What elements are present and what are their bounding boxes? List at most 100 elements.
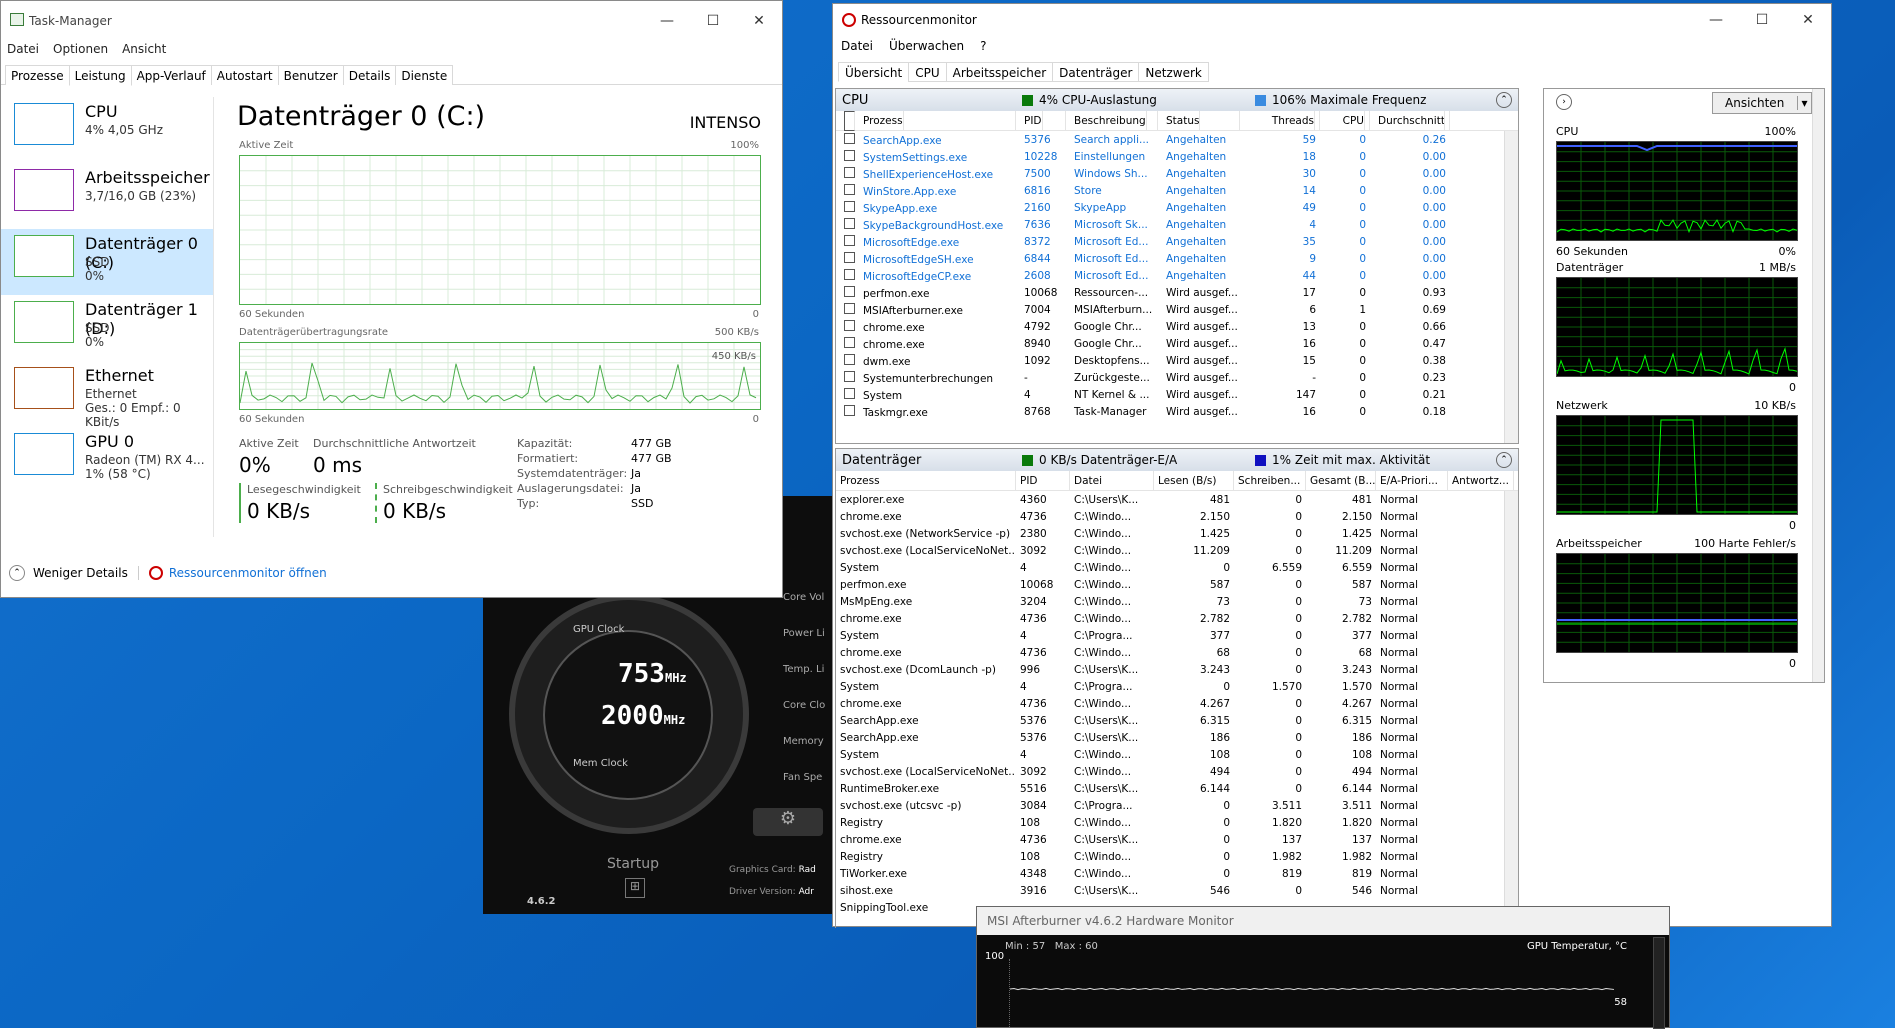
sidebar-item-gpu-0[interactable]: GPU 0 Radeon (TM) RX 4... 1% (58 °C) — [1, 427, 213, 493]
menu-[interactable]: ? — [980, 39, 986, 53]
table-row[interactable]: Taskmgr.exe 8768 Task-Manager Wird ausgef..… — [836, 403, 1518, 420]
row-checkbox[interactable] — [844, 370, 855, 382]
row-checkbox[interactable] — [844, 200, 855, 212]
column-pid[interactable]: PID — [1016, 470, 1070, 491]
table-row[interactable]: MsMpEng.exe3204C:\Windo...73073Normal0 — [836, 593, 1518, 610]
table-row[interactable]: MSIAfterburner.exe 7004 MSIAfterburn... Wir… — [836, 301, 1518, 318]
tab-übersicht[interactable]: Übersicht — [838, 62, 910, 82]
table-row[interactable]: MicrosoftEdgeSH.exe 6844 Microsoft Ed... An… — [836, 250, 1518, 267]
row-checkbox[interactable] — [844, 336, 855, 348]
table-row[interactable]: Registry108C:\Windo...01.8201.820Normal0 — [836, 814, 1518, 831]
row-checkbox[interactable] — [844, 268, 855, 280]
tab-prozesse[interactable]: Prozesse — [5, 65, 70, 85]
column-status[interactable]: Status — [1158, 110, 1240, 131]
select-all-checkbox[interactable] — [844, 110, 855, 131]
table-row[interactable]: SkypeBackgroundHost.exe 7636 Microsoft Sk.… — [836, 216, 1518, 233]
row-checkbox[interactable] — [844, 132, 855, 144]
table-row[interactable]: SearchApp.exe 5376 Search appli... Angehalt… — [836, 131, 1518, 148]
column-prozess[interactable]: Prozess — [836, 110, 1016, 131]
column-gesamt-b[interactable]: Gesamt (B... — [1306, 470, 1376, 491]
table-row[interactable]: MicrosoftEdge.exe 8372 Microsoft Ed... Ange… — [836, 233, 1518, 250]
menu-optionen[interactable]: Optionen — [53, 42, 108, 56]
tab-app-verlauf[interactable]: App-Verlauf — [130, 65, 212, 85]
table-row[interactable]: perfmon.exe 10068 Ressourcen-... Wird ausge… — [836, 284, 1518, 301]
table-row[interactable]: System4C:\Windo...1080108Normal0 — [836, 746, 1518, 763]
row-checkbox[interactable] — [844, 404, 855, 416]
table-row[interactable]: chrome.exe 8940 Google Chr... Wird ausgef..… — [836, 335, 1518, 352]
menu-überwachen[interactable]: Überwachen — [889, 39, 964, 53]
table-row[interactable]: chrome.exe 4792 Google Chr... Wird ausgef..… — [836, 318, 1518, 335]
hardware-monitor-window[interactable]: MSI Afterburner v4.6.2 Hardware Monitor … — [976, 906, 1670, 1029]
table-row[interactable]: svchost.exe (LocalServiceNoNet... 3092 C:\… — [836, 763, 1518, 780]
row-checkbox[interactable] — [844, 387, 855, 399]
tab-cpu[interactable]: CPU — [908, 62, 947, 82]
table-row[interactable]: sihost.exe 3916 C:\Users\K... 546 0 546 Normal… — [836, 882, 1518, 899]
menu-ansicht[interactable]: Ansicht — [122, 42, 166, 56]
table-row[interactable]: WinStore.App.exe 6816 Store Angehalten 14 0 0.… — [836, 182, 1518, 199]
task-manager-window[interactable]: Task-Manager — ☐ ✕ Datei Optionen Ansicht … — [0, 0, 783, 598]
maximize-button[interactable]: ☐ — [1739, 4, 1785, 36]
tab-arbeitsspeicher[interactable]: Arbeitsspeicher — [945, 62, 1054, 82]
minimize-button[interactable]: — — [644, 1, 690, 41]
table-row[interactable]: Systemunterbrechungen - Zurückgeste... Wird… — [836, 369, 1518, 386]
table-row[interactable]: perfmon.exe 10068 C:\Windo... 587 0 587 Normal… — [836, 576, 1518, 593]
column-schreiben[interactable]: Schreiben... — [1234, 470, 1306, 491]
row-checkbox[interactable] — [844, 149, 855, 161]
sidebar-item-cpu[interactable]: CPU 4% 4,05 GHz — [1, 97, 213, 163]
row-checkbox[interactable] — [844, 217, 855, 229]
tab-benutzer[interactable]: Benutzer — [277, 65, 344, 85]
windows-icon[interactable]: ⊞ — [625, 878, 645, 898]
row-checkbox[interactable] — [844, 302, 855, 314]
menu-datei[interactable]: Datei — [841, 39, 873, 53]
maximize-button[interactable]: ☐ — [690, 1, 736, 41]
tab-details[interactable]: Details — [342, 65, 397, 85]
minimize-button[interactable]: — — [1693, 4, 1739, 36]
collapse-icon[interactable]: ⌃ — [1496, 452, 1512, 468]
row-checkbox[interactable] — [844, 166, 855, 178]
sidebar-item-datenträger-1-d[interactable]: Datenträger 1 (D:) SSD 0% — [1, 295, 213, 361]
table-row[interactable]: chrome.exe 4736 C:\Windo... 2.782 0 2.782 Norm… — [836, 610, 1518, 627]
table-row[interactable]: SearchApp.exe 5376 C:\Users\K... 186 0 186 Nor… — [836, 729, 1518, 746]
table-row[interactable]: System4C:\Progra...3770377Normal0 — [836, 627, 1518, 644]
table-row[interactable]: System4C:\Progra...01.5701.570Normal0 — [836, 678, 1518, 695]
collapse-icon[interactable]: ⌃ — [9, 565, 25, 581]
table-row[interactable]: MicrosoftEdgeCP.exe 2608 Microsoft Ed... An… — [836, 267, 1518, 284]
table-row[interactable]: TiWorker.exe 4348 C:\Windo... 0 819 819 Normal… — [836, 865, 1518, 882]
collapse-icon[interactable]: ⌃ — [1496, 92, 1512, 108]
close-button[interactable]: ✕ — [736, 1, 782, 41]
disk-panel-header[interactable]: Datenträger 0 KB/s Datenträger-E/A 1% Ze… — [836, 449, 1518, 471]
tab-datenträger[interactable]: Datenträger — [1052, 62, 1140, 82]
column-e-a-priori[interactable]: E/A-Priori... — [1376, 470, 1448, 491]
column-datei[interactable]: Datei — [1070, 470, 1154, 491]
column-prozess[interactable]: Prozess — [836, 470, 1016, 491]
table-row[interactable]: chrome.exe4736C:\Windo...68068Normal0 — [836, 644, 1518, 661]
table-row[interactable]: svchost.exe (NetworkService -p) 2380 C:\Wi… — [836, 525, 1518, 542]
open-resmon-link[interactable]: Ressourcenmonitor öffnen — [169, 566, 327, 580]
disk-scrollbar[interactable] — [1504, 491, 1518, 928]
resource-monitor-window[interactable]: Ressourcenmonitor — ☐ ✕ Datei Überwachen?… — [832, 3, 1832, 928]
table-row[interactable]: Registry108C:\Windo...01.9821.982Normal0 — [836, 848, 1518, 865]
table-row[interactable]: SystemSettings.exe 10228 Einstellungen Ange… — [836, 148, 1518, 165]
tab-dienste[interactable]: Dienste — [395, 65, 454, 85]
cpu-scrollbar[interactable] — [1504, 131, 1518, 443]
settings-button[interactable]: ⚙ — [753, 808, 823, 836]
startup-label[interactable]: Startup — [607, 856, 659, 872]
monitor-scrollbar[interactable] — [1653, 937, 1665, 1029]
table-row[interactable]: System4C:\Windo...06.5596.559Normal0 — [836, 559, 1518, 576]
table-row[interactable]: RuntimeBroker.exe 5516 C:\Users\K... 6.144 0… — [836, 780, 1518, 797]
table-row[interactable]: SkypeApp.exe 2160 SkypeApp Angehalten 49 0 0.0… — [836, 199, 1518, 216]
tab-netzwerk[interactable]: Netzwerk — [1138, 62, 1209, 82]
graphs-scrollbar[interactable] — [1812, 89, 1824, 682]
table-row[interactable]: svchost.exe (LocalServiceNoNet... 3092 C:\… — [836, 542, 1518, 559]
column-lesen-b-s[interactable]: Lesen (B/s) — [1154, 470, 1234, 491]
close-button[interactable]: ✕ — [1785, 4, 1831, 36]
menu-datei[interactable]: Datei — [7, 42, 39, 56]
column-cpu[interactable]: CPU — [1320, 110, 1370, 131]
column-threads[interactable]: Threads — [1240, 110, 1320, 131]
table-row[interactable]: chrome.exe 4736 C:\Windo... 4.267 0 4.267 Norm… — [836, 695, 1518, 712]
table-row[interactable]: chrome.exe 4736 C:\Users\K... 0 137 137 Normal… — [836, 831, 1518, 848]
row-checkbox[interactable] — [844, 234, 855, 246]
column-beschreibung[interactable]: Beschreibung — [1066, 110, 1158, 131]
row-checkbox[interactable] — [844, 251, 855, 263]
column-antwortz[interactable]: Antwortz... — [1448, 470, 1514, 491]
